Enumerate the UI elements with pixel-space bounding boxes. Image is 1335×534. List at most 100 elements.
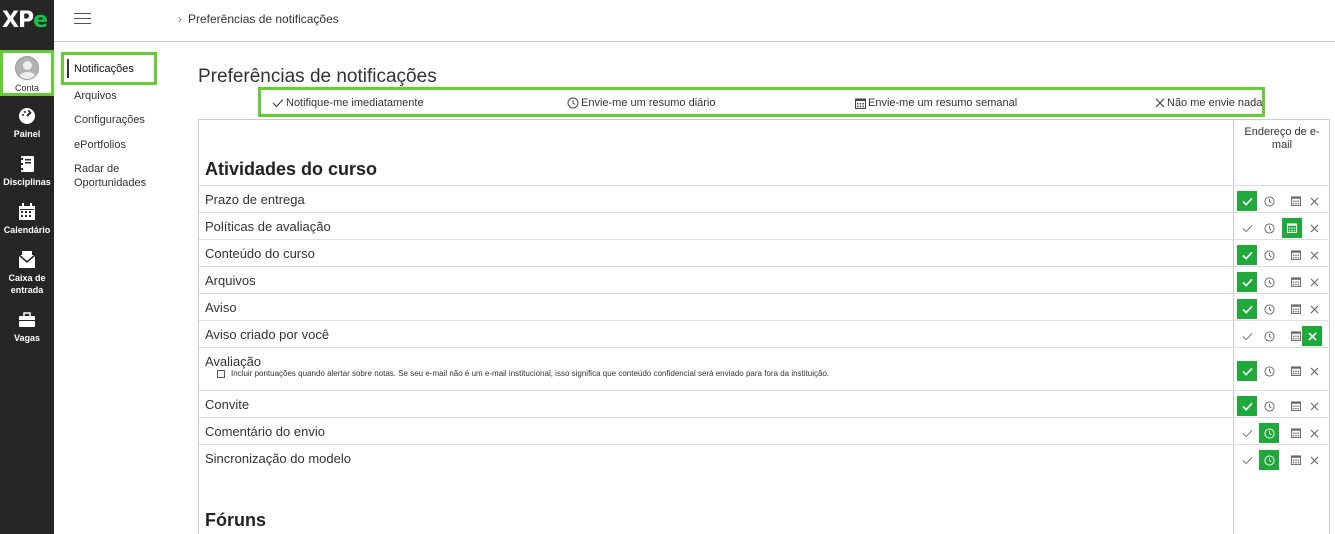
- check-icon: [272, 99, 284, 108]
- delivery-options: [1237, 218, 1327, 238]
- option-immediate-check-icon[interactable]: [1237, 396, 1257, 416]
- notebook-icon: [20, 156, 34, 172]
- legend-daily: Envie-me um resumo diário: [567, 97, 716, 109]
- nav-account-label: Conta: [14, 83, 40, 93]
- option-immediate-check-icon[interactable]: [1237, 272, 1257, 292]
- table-row: Comentário do envio: [199, 417, 1330, 444]
- option-weekly-calendar-small-icon[interactable]: [1286, 272, 1306, 292]
- option-weekly-calendar-small-icon[interactable]: [1286, 245, 1306, 265]
- delivery-options: [1237, 299, 1327, 319]
- subnav-item-files[interactable]: Arquivos: [74, 89, 174, 103]
- option-daily-clock-icon[interactable]: [1259, 361, 1279, 381]
- table-row: Prazo de entrega: [199, 185, 1330, 212]
- table-row: Arquivos: [199, 266, 1330, 293]
- option-immediate-check-icon[interactable]: [1237, 299, 1257, 319]
- row-label: Aviso: [205, 300, 237, 315]
- option-none-close-icon[interactable]: [1304, 218, 1324, 238]
- option-immediate-check-icon[interactable]: [1237, 361, 1257, 381]
- row-label: Sincronização do modelo: [205, 451, 351, 466]
- row-label: Arquivos: [205, 273, 256, 288]
- option-immediate-check-icon[interactable]: [1237, 245, 1257, 265]
- delivery-options: [1237, 272, 1327, 292]
- include-scores-checkbox[interactable]: [217, 369, 225, 378]
- nav-dashboard[interactable]: Painel: [0, 106, 54, 140]
- row-label: Prazo de entrega: [205, 192, 305, 207]
- row-label: Convite: [205, 397, 250, 412]
- notification-legend: Notifique-me imediatamente Envie-me um r…: [258, 87, 1265, 117]
- delivery-options: [1237, 450, 1327, 470]
- breadcrumb: › Preferências de notificações: [178, 12, 339, 26]
- option-daily-clock-icon[interactable]: [1259, 450, 1279, 470]
- clock-icon: [567, 97, 579, 109]
- calendar-icon: [19, 203, 35, 220]
- table-row: Aviso criado por você: [199, 320, 1330, 347]
- option-daily-clock-icon[interactable]: [1259, 299, 1279, 319]
- nav-calendar-label: Calendário: [3, 225, 51, 235]
- table-row: Conteúdo do curso: [199, 239, 1330, 266]
- option-daily-clock-icon[interactable]: [1259, 191, 1279, 211]
- option-none-close-icon[interactable]: [1304, 191, 1324, 211]
- row-label: Aviso criado por você: [205, 327, 330, 342]
- legend-weekly-label: Envie-me um resumo semanal: [868, 97, 1018, 109]
- option-weekly-calendar-small-icon[interactable]: [1286, 361, 1306, 381]
- close-icon: [1155, 98, 1165, 108]
- section-title-forums: Fóruns: [205, 510, 266, 530]
- option-weekly-calendar-small-icon[interactable]: [1286, 299, 1306, 319]
- briefcase-icon: [19, 312, 35, 327]
- option-immediate-check-icon[interactable]: [1237, 218, 1257, 238]
- nav-inbox-label: Caixa de entrada: [8, 273, 46, 295]
- nav-courses[interactable]: Disciplinas: [0, 154, 54, 188]
- section-title-course-activities: Atividades do curso: [205, 159, 378, 179]
- hamburger-menu-icon[interactable]: [74, 13, 91, 25]
- option-none-close-icon[interactable]: [1304, 396, 1324, 416]
- option-immediate-check-icon[interactable]: [1237, 423, 1257, 443]
- option-daily-clock-icon[interactable]: [1259, 423, 1279, 443]
- nav-inbox[interactable]: Caixa de entrada: [0, 250, 54, 296]
- option-none-close-icon[interactable]: [1304, 423, 1324, 443]
- option-daily-clock-icon[interactable]: [1259, 272, 1279, 292]
- subnav-item-settings[interactable]: Configurações: [74, 113, 174, 127]
- nav-calendar[interactable]: Calendário: [0, 202, 54, 236]
- subnav-item-notifications[interactable]: Notificações: [61, 52, 157, 85]
- nav-courses-label: Disciplinas: [3, 177, 51, 187]
- option-daily-clock-icon[interactable]: [1259, 218, 1279, 238]
- option-daily-clock-icon[interactable]: [1259, 245, 1279, 265]
- legend-daily-label: Envie-me um resumo diário: [581, 97, 716, 109]
- option-weekly-calendar-small-icon[interactable]: [1286, 450, 1306, 470]
- legend-none-label: Não me envie nada: [1167, 97, 1263, 109]
- option-weekly-calendar-small-icon[interactable]: [1282, 218, 1302, 238]
- option-weekly-calendar-small-icon[interactable]: [1286, 396, 1306, 416]
- dashboard-icon: [19, 108, 35, 124]
- delivery-options: [1237, 245, 1327, 265]
- option-weekly-calendar-small-icon[interactable]: [1286, 423, 1306, 443]
- option-daily-clock-icon[interactable]: [1259, 326, 1279, 346]
- nav-account[interactable]: Conta: [0, 50, 54, 96]
- option-immediate-check-icon[interactable]: [1237, 191, 1257, 211]
- row-label: Comentário do envio: [205, 424, 325, 439]
- option-weekly-calendar-small-icon[interactable]: [1286, 191, 1306, 211]
- delivery-options: [1237, 191, 1327, 211]
- table-row: Sincronização do modelo: [199, 444, 1330, 471]
- xpe-logo[interactable]: XPe: [2, 8, 52, 38]
- page-title: Preferências de notificações: [198, 66, 437, 87]
- top-bar: › Preferências de notificações: [54, 0, 1335, 42]
- delivery-options: [1237, 361, 1327, 381]
- option-none-close-icon[interactable]: [1302, 326, 1322, 346]
- row-label: Avaliação: [205, 354, 262, 369]
- option-none-close-icon[interactable]: [1304, 450, 1324, 470]
- avatar-icon: [15, 56, 39, 80]
- subnav-item-opportunity-radar[interactable]: Radar de Oportunidades: [74, 162, 174, 190]
- option-none-close-icon[interactable]: [1304, 272, 1324, 292]
- subnav-item-eportfolios[interactable]: ePortfolios: [74, 138, 174, 152]
- option-immediate-check-icon[interactable]: [1237, 326, 1257, 346]
- row-note: Incluir pontuações quando alertar sobre …: [217, 369, 829, 378]
- option-none-close-icon[interactable]: [1304, 299, 1324, 319]
- option-none-close-icon[interactable]: [1304, 245, 1324, 265]
- nav-jobs[interactable]: Vagas: [0, 310, 54, 344]
- legend-immediate-label: Notifique-me imediatamente: [286, 97, 424, 109]
- option-immediate-check-icon[interactable]: [1237, 450, 1257, 470]
- nav-jobs-label: Vagas: [13, 333, 41, 343]
- option-none-close-icon[interactable]: [1304, 361, 1324, 381]
- breadcrumb-current: Preferências de notificações: [188, 12, 339, 26]
- option-daily-clock-icon[interactable]: [1259, 396, 1279, 416]
